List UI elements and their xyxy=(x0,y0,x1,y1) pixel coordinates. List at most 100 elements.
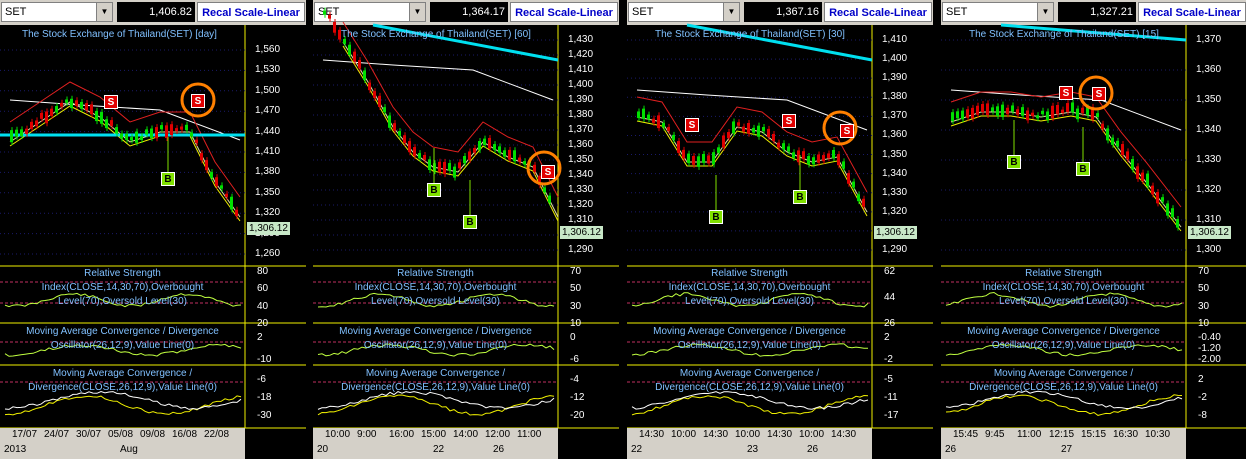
price-axis-label: 1,370 xyxy=(568,124,594,135)
time-axis-label: 10:00 xyxy=(671,429,697,440)
sell-signal-marker[interactable]: S xyxy=(191,94,205,108)
price-axis-label: 1,400 xyxy=(568,79,594,90)
macd-divergence-title-line: Divergence(CLOSE,26,12,9),Value Line(0) xyxy=(969,382,1158,393)
date-axis-label: 22 xyxy=(433,444,445,455)
time-axis: 15:45 9:45 11:00 12:15 15:15 16:30 10:30 26 27 xyxy=(941,428,1186,459)
time-axis-label: 11:00 xyxy=(517,429,542,440)
time-axis-label: 12:15 xyxy=(1049,429,1075,440)
rsi-title-line: Level(70),Oversold Level(30) xyxy=(371,296,500,307)
price-axis-label: 1,350 xyxy=(1196,94,1222,105)
price-axis-label: 1,320 xyxy=(255,207,281,219)
macd-divergence-axis-label: -2 xyxy=(1198,392,1207,403)
time-axis: 14:30 10:00 14:30 10:00 14:30 10:00 14:30 22 23 2… xyxy=(627,428,872,459)
buy-signal-marker[interactable]: B xyxy=(709,210,723,224)
price-axis-label: 1,560 xyxy=(255,44,281,55)
rsi-title-line: Level(70),Oversold Level(30) xyxy=(685,296,814,307)
buy-signal-marker[interactable]: B xyxy=(161,172,175,186)
macd-divergence-axis-label: -20 xyxy=(570,410,585,421)
sell-signal-marker[interactable]: S xyxy=(1059,86,1073,100)
time-axis-label: 05/08 xyxy=(108,429,134,440)
sell-signal-marker[interactable]: S xyxy=(541,165,555,179)
macd-divergence-title: Moving Average Convergence / Divergence(C… xyxy=(941,367,1186,395)
rsi-title-line: Relative Strength xyxy=(397,268,474,279)
macd-oscillator-title-line: Moving Average Convergence / Divergence xyxy=(967,326,1160,337)
date-axis-label: 20 xyxy=(317,444,329,455)
rsi-axis-label: 30 xyxy=(570,300,582,312)
rsi-title-line: Level(70),Oversold Level(30) xyxy=(58,296,187,307)
rsi-title-line: Index(CLOSE,14,30,70),Overbought xyxy=(354,282,517,293)
time-axis-label: 14:00 xyxy=(453,429,479,440)
buy-signal-marker[interactable]: B xyxy=(427,183,441,197)
macd-divergence-title: Moving Average Convergence / Divergence(C… xyxy=(627,367,872,395)
sell-signal-marker[interactable]: S xyxy=(685,118,699,132)
time-axis-label: 10:30 xyxy=(1145,429,1171,440)
macd-oscillator-axis-label: 2 xyxy=(257,332,263,343)
rsi-axis-label: 10 xyxy=(1198,318,1210,329)
buy-signal-marker[interactable]: B xyxy=(793,190,807,204)
buy-signal-marker[interactable]: B xyxy=(1007,155,1021,169)
rsi-title-line: Relative Strength xyxy=(1025,268,1102,279)
time-axis-label: 10:00 xyxy=(735,429,761,440)
price-axis-label: 1,350 xyxy=(568,154,594,165)
sell-signal-marker[interactable]: S xyxy=(782,114,796,128)
price-axis-label: 1,420 xyxy=(568,49,594,60)
macd-oscillator-title: Moving Average Convergence / Divergence O… xyxy=(627,325,872,353)
macd-oscillator-title-line: Oscillator(26,12,9),Value Line(0) xyxy=(363,340,508,351)
rsi-axis-label: 62 xyxy=(884,266,896,277)
chart-title: The Stock Exchange of Thailand(SET) [day… xyxy=(22,29,217,40)
price-axis-label: 1,360 xyxy=(568,139,594,150)
sell-signal-marker[interactable]: S xyxy=(840,124,854,138)
price-axis-label: 1,370 xyxy=(1196,34,1222,45)
price-axis-label: 1,390 xyxy=(568,94,594,105)
date-axis-label: 2013 xyxy=(4,444,27,455)
price-axis-label: 1,470 xyxy=(255,105,281,117)
rsi-axis-label: 80 xyxy=(257,266,269,277)
price-axis-label: 1,330 xyxy=(568,184,594,195)
macd-divergence-axis-label: -11 xyxy=(884,392,898,403)
rsi-axis-label: 10 xyxy=(570,318,582,329)
rsi-panel-title: Relative Strength Index(CLOSE,14,30,70),O… xyxy=(941,267,1186,309)
price-axis-label: 1,410 xyxy=(882,34,908,45)
time-axis-label: 30/07 xyxy=(76,429,102,440)
price-axis-label: 1,320 xyxy=(1196,184,1222,195)
rsi-title-line: Index(CLOSE,14,30,70),Overbought xyxy=(668,282,831,293)
macd-divergence-axis-label: -18 xyxy=(257,392,272,403)
rsi-title-line: Relative Strength xyxy=(84,268,161,279)
buy-signal-marker[interactable]: B xyxy=(463,215,477,229)
rsi-axis-label: 40 xyxy=(257,300,269,312)
time-axis-label: 10:00 xyxy=(325,429,351,440)
date-axis-label: 27 xyxy=(1061,444,1073,455)
time-axis-label: 10:00 xyxy=(799,429,825,440)
price-axis-label: 1,380 xyxy=(568,109,594,120)
date-axis-label: 26 xyxy=(945,444,957,455)
time-axis-label: 16:30 xyxy=(1113,429,1139,440)
date-axis-label: Aug xyxy=(120,444,138,455)
macd-oscillator-title: Moving Average Convergence / Divergence O… xyxy=(313,325,558,353)
time-axis-label: 24/07 xyxy=(44,429,70,440)
price-axis-label: 1,360 xyxy=(1196,64,1222,75)
macd-divergence-title-line: Moving Average Convergence / xyxy=(679,368,820,379)
time-axis-label: 22/08 xyxy=(204,429,230,440)
time-axis-label: 15:45 xyxy=(953,429,979,440)
sell-signal-marker[interactable]: S xyxy=(104,95,118,109)
price-axis-label: 1,430 xyxy=(568,34,594,45)
macd-divergence-axis-label: -30 xyxy=(257,410,272,421)
rsi-axis-label: 50 xyxy=(1198,283,1210,295)
macd-divergence-title: Moving Average Convergence / Divergence(C… xyxy=(313,367,558,395)
macd-divergence-axis-label: -5 xyxy=(884,374,893,385)
macd-divergence-title-line: Moving Average Convergence / xyxy=(365,368,506,379)
rsi-panel-title: Relative Strength Index(CLOSE,14,30,70),O… xyxy=(627,267,872,309)
macd-oscillator-axis-label: -6 xyxy=(570,354,579,365)
chart-title: The Stock Exchange of Thailand(SET) [30] xyxy=(655,29,845,40)
sell-signal-marker[interactable]: S xyxy=(1092,87,1106,101)
price-axis-label: 1,310 xyxy=(1196,214,1222,225)
macd-divergence-title-line: Divergence(CLOSE,26,12,9),Value Line(0) xyxy=(655,382,844,393)
macd-divergence-title-line: Moving Average Convergence / xyxy=(52,368,193,379)
time-axis-label: 17/07 xyxy=(12,429,38,440)
macd-divergence-title-line: Divergence(CLOSE,26,12,9),Value Line(0) xyxy=(28,382,217,393)
chart-title: The Stock Exchange of Thailand(SET) [15] xyxy=(969,29,1159,40)
buy-signal-marker[interactable]: B xyxy=(1076,162,1090,176)
macd-divergence-title-line: Moving Average Convergence / xyxy=(993,368,1134,379)
price-axis-label: 1,360 xyxy=(882,129,908,141)
price-axis-label: 1,330 xyxy=(882,186,908,198)
